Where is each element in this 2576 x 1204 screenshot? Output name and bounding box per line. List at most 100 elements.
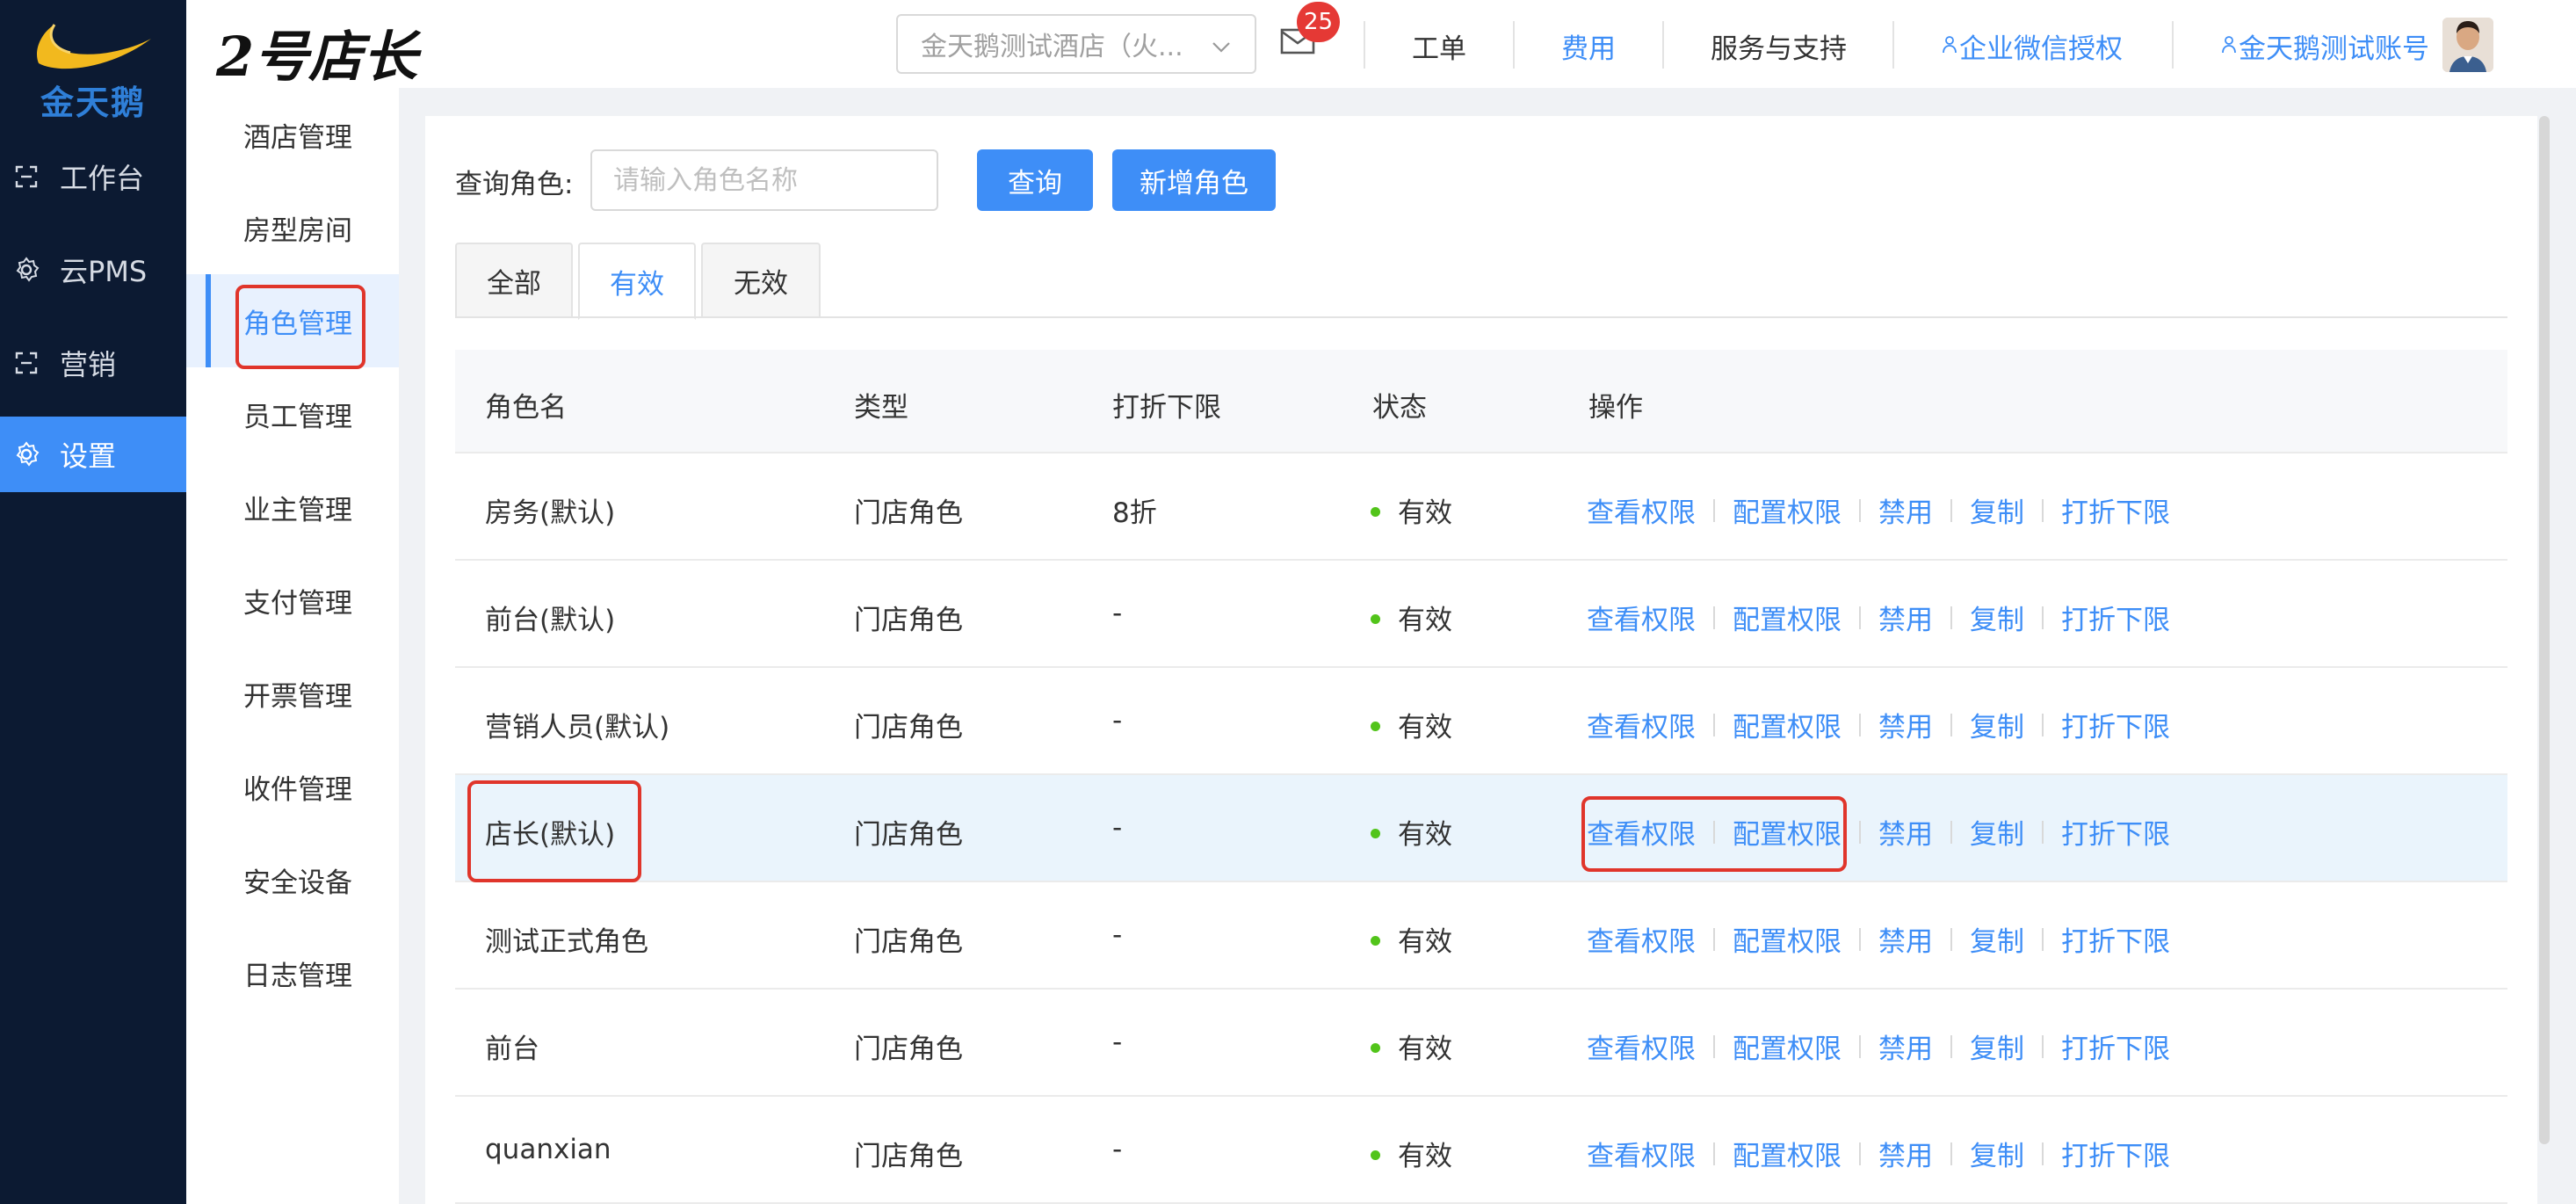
nav-fees[interactable]: 费用 (1561, 21, 1616, 70)
disable-link[interactable]: 禁用 (1878, 919, 1933, 959)
nav-account[interactable]: 金天鹅测试账号 (2221, 21, 2429, 70)
status-text: 有效 (1398, 712, 1452, 743)
table-row: 测试正式角色 门店角色 - 有效 查看权限 配置权限 禁用 复制 打折下限 (455, 882, 2507, 990)
discount-limit-link[interactable]: 打折下限 (2061, 919, 2170, 959)
copy-link[interactable]: 复制 (1970, 919, 2024, 959)
tab-valid[interactable]: 有效 (578, 243, 696, 320)
sidebar-item-cloud-pms[interactable]: 云PMS (0, 232, 186, 308)
link-divider (1713, 927, 1715, 951)
status-cell: 有效 (1371, 1134, 1452, 1173)
submenu-item-hotel[interactable]: 酒店管理 (186, 88, 399, 181)
submenu-item-staff[interactable]: 员工管理 (186, 367, 399, 461)
nav-wechat-auth[interactable]: 企业微信授权 (1942, 21, 2123, 70)
link-divider (1859, 606, 1861, 629)
sidebar-item-label: 云PMS (60, 255, 148, 288)
sidebar-item-workbench[interactable]: 工作台 (0, 139, 186, 214)
view-permissions-link[interactable]: 查看权限 (1587, 705, 1696, 744)
copy-link[interactable]: 复制 (1970, 812, 2024, 852)
header-divider (1513, 21, 1515, 69)
submenu-item-owners[interactable]: 业主管理 (186, 461, 399, 554)
disable-link[interactable]: 禁用 (1878, 812, 1933, 852)
tab-invalid[interactable]: 无效 (701, 243, 821, 318)
role-name-cell: 营销人员(默认) (485, 712, 670, 743)
status-cell: 有效 (1371, 1026, 1452, 1066)
status-text: 有效 (1398, 926, 1452, 958)
avatar[interactable] (2442, 18, 2493, 72)
submenu-item-payment[interactable]: 支付管理 (186, 554, 399, 647)
scrollbar[interactable] (2539, 116, 2550, 1144)
disable-link[interactable]: 禁用 (1878, 705, 1933, 744)
link-divider (1950, 927, 1952, 951)
nav-account-label: 金天鹅测试账号 (2239, 33, 2429, 65)
column-role-name: 角色名 (485, 392, 567, 424)
table-row: 前台(默认) 门店角色 - 有效 查看权限 配置权限 禁用 复制 打折下限 (455, 561, 2507, 668)
configure-permissions-link[interactable]: 配置权限 (1733, 919, 1842, 959)
status-cell: 有效 (1371, 598, 1452, 637)
view-permissions-link[interactable]: 查看权限 (1587, 490, 1696, 530)
copy-link[interactable]: 复制 (1970, 598, 2024, 637)
nav-work-order[interactable]: 工单 (1412, 21, 1466, 70)
logo: 金天鹅 (0, 0, 186, 132)
view-permissions-link[interactable]: 查看权限 (1587, 1026, 1696, 1066)
status-text: 有效 (1398, 497, 1452, 529)
copy-link[interactable]: 复制 (1970, 705, 2024, 744)
view-permissions-link[interactable]: 查看权限 (1587, 598, 1696, 637)
nav-service-support[interactable]: 服务与支持 (1711, 21, 1847, 70)
add-role-button[interactable]: 新增角色 (1112, 149, 1276, 211)
status-cell: 有效 (1371, 812, 1452, 852)
hotel-select[interactable]: 金天鹅测试酒店（火... (896, 14, 1256, 74)
table-row: 店长(默认) 门店角色 - 有效 查看权限 配置权限 禁用 复制 打折下限 (455, 775, 2507, 882)
submenu-item-invoice[interactable]: 开票管理 (186, 647, 399, 740)
view-permissions-link[interactable]: 查看权限 (1587, 919, 1696, 959)
disable-link[interactable]: 禁用 (1878, 1026, 1933, 1066)
submenu-item-security-devices[interactable]: 安全设备 (186, 833, 399, 926)
configure-permissions-link[interactable]: 配置权限 (1733, 598, 1842, 637)
tab-all[interactable]: 全部 (455, 243, 573, 318)
status-cell: 有效 (1371, 705, 1452, 744)
header-divider (1892, 21, 1894, 69)
role-type-cell: 门店角色 (854, 605, 963, 636)
action-links: 查看权限 配置权限 禁用 复制 打折下限 (1587, 705, 2170, 744)
role-type-cell: 门店角色 (854, 819, 963, 851)
discount-limit-link[interactable]: 打折下限 (2061, 1026, 2170, 1066)
status-dot-icon (1371, 936, 1380, 946)
configure-permissions-link[interactable]: 配置权限 (1733, 1026, 1842, 1066)
copy-link[interactable]: 复制 (1970, 1026, 2024, 1066)
submenu-item-logs[interactable]: 日志管理 (186, 926, 399, 1019)
view-permissions-link[interactable]: 查看权限 (1587, 1134, 1696, 1173)
header-divider (1364, 21, 1365, 69)
discount-limit-link[interactable]: 打折下限 (2061, 812, 2170, 852)
link-divider (2042, 1142, 2044, 1165)
discount-limit-link[interactable]: 打折下限 (2061, 490, 2170, 530)
disable-link[interactable]: 禁用 (1878, 598, 1933, 637)
role-name-search-input[interactable] (590, 149, 938, 211)
disable-link[interactable]: 禁用 (1878, 490, 1933, 530)
query-role-label: 查询角色: (455, 169, 574, 200)
action-links: 查看权限 配置权限 禁用 复制 打折下限 (1587, 490, 2170, 530)
table-row: 房务(默认) 门店角色 8折 有效 查看权限 配置权限 禁用 复制 打折下限 (455, 453, 2507, 561)
table-header: 角色名 类型 打折下限 状态 操作 (455, 350, 2507, 453)
discount-limit-link[interactable]: 打折下限 (2061, 1134, 2170, 1173)
query-button[interactable]: 查询 (977, 149, 1093, 211)
disable-link[interactable]: 禁用 (1878, 1134, 1933, 1173)
sidebar-item-marketing[interactable]: 营销 (0, 325, 186, 401)
configure-permissions-link[interactable]: 配置权限 (1733, 490, 1842, 530)
link-divider (2042, 927, 2044, 951)
column-status: 状态 (1372, 392, 1427, 424)
hotel-select-value: 金天鹅测试酒店（火... (921, 32, 1183, 62)
table-row: 前台 门店角色 - 有效 查看权限 配置权限 禁用 复制 打折下限 (455, 990, 2507, 1097)
submenu-item-receiving[interactable]: 收件管理 (186, 740, 399, 833)
link-divider (1859, 1034, 1861, 1058)
status-text: 有效 (1398, 819, 1452, 851)
submenu-item-room-types[interactable]: 房型房间 (186, 181, 399, 274)
discount-limit-link[interactable]: 打折下限 (2061, 705, 2170, 744)
configure-permissions-link[interactable]: 配置权限 (1733, 1134, 1842, 1173)
copy-link[interactable]: 复制 (1970, 1134, 2024, 1173)
sidebar-item-settings[interactable]: 设置 (0, 417, 186, 492)
status-cell: 有效 (1371, 490, 1452, 530)
discount-limit-link[interactable]: 打折下限 (2061, 598, 2170, 637)
top-header: 2号店长 金天鹅测试酒店（火... 25 工单 费用 服务与支持 企业微信授权 … (186, 0, 2576, 89)
configure-permissions-link[interactable]: 配置权限 (1733, 705, 1842, 744)
copy-link[interactable]: 复制 (1970, 490, 2024, 530)
status-text: 有效 (1398, 1141, 1452, 1172)
